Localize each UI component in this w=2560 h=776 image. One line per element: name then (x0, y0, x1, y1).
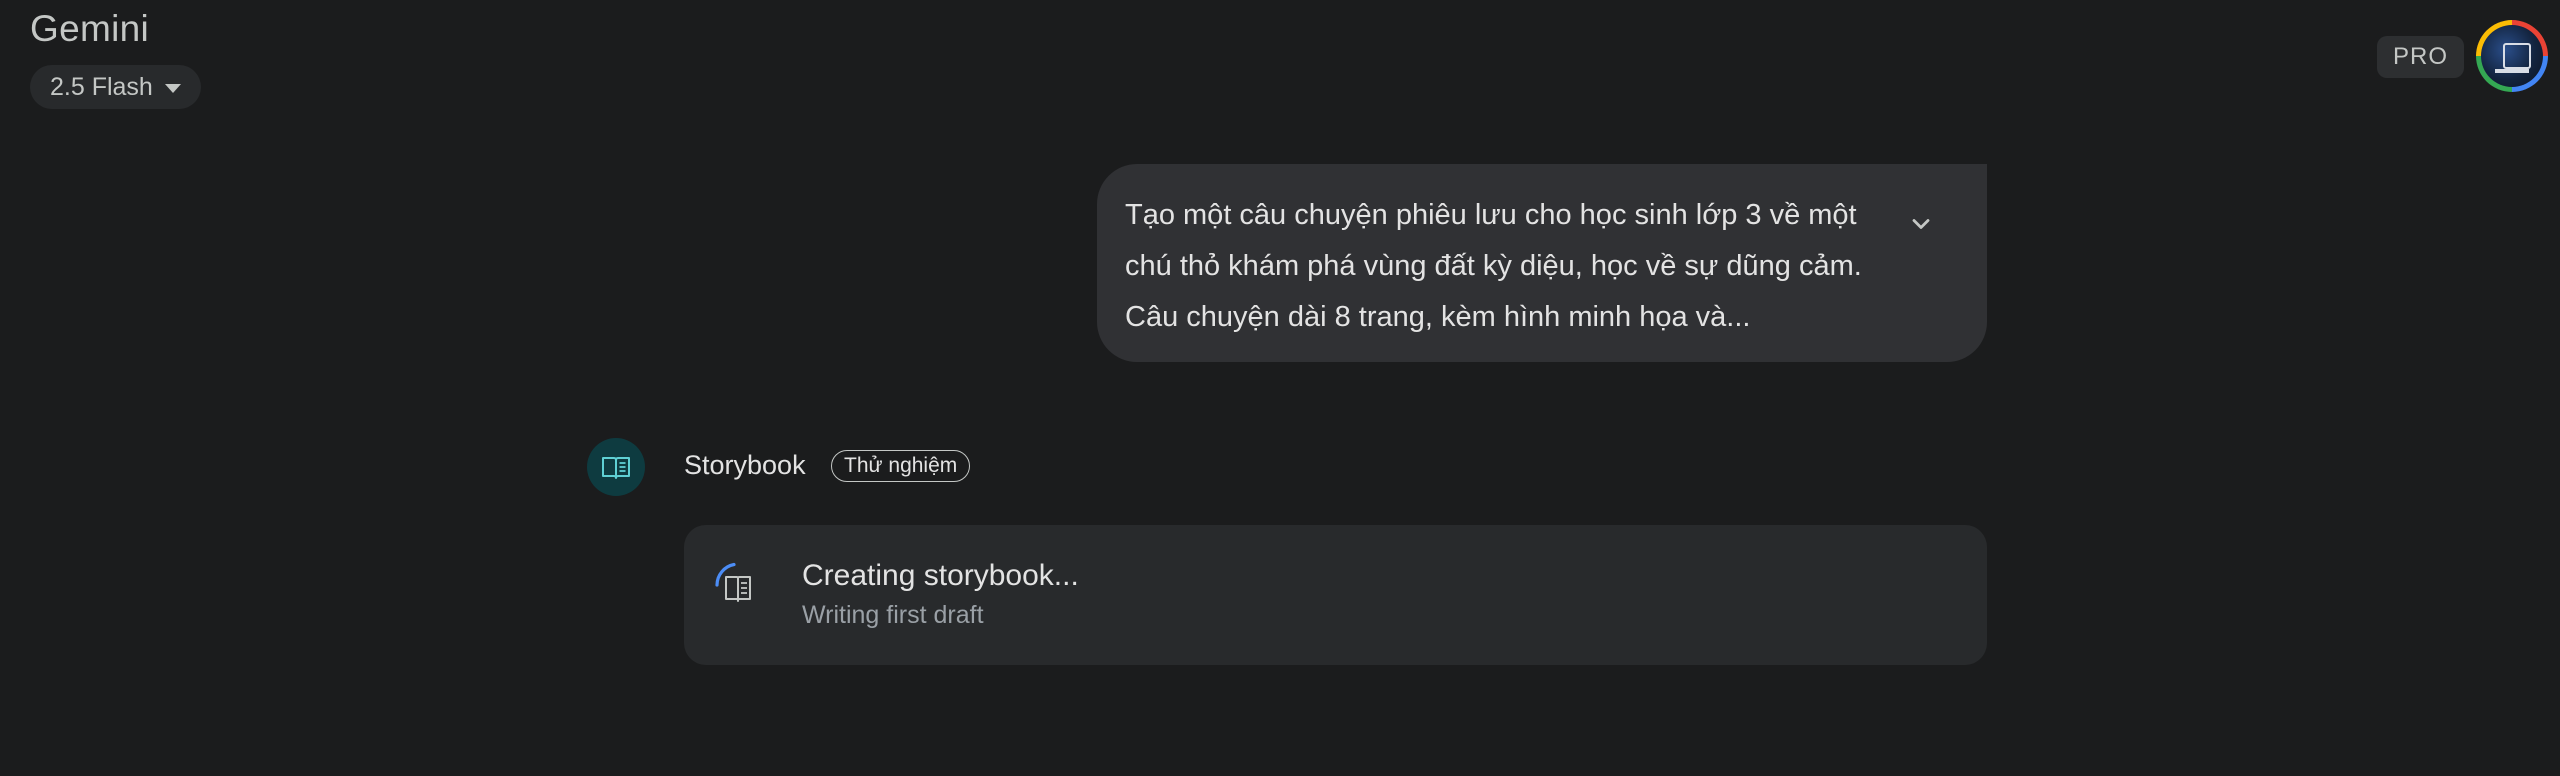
model-selector-label: 2.5 Flash (50, 72, 153, 101)
user-message-text: Tạo một câu chuyện phiêu lưu cho học sin… (1125, 199, 1862, 333)
experimental-badge: Thử nghiệm (831, 450, 971, 482)
storybook-agent-avatar (587, 438, 645, 496)
account-avatar[interactable] (2476, 20, 2548, 92)
open-book-icon (602, 457, 630, 479)
model-selector[interactable]: 2.5 Flash (30, 65, 201, 109)
plan-badge[interactable]: PRO (2376, 36, 2464, 78)
chevron-down-icon[interactable] (1907, 210, 1935, 238)
caret-down-icon (164, 84, 181, 93)
book-loading-icon (715, 562, 751, 602)
status-title: Creating storybook... (802, 559, 1079, 592)
app-title: Gemini (30, 8, 149, 49)
status-subtitle: Writing first draft (802, 601, 984, 629)
user-avatar-icon (2481, 25, 2543, 87)
user-message-bubble: Tạo một câu chuyện phiêu lưu cho học sin… (1097, 164, 1987, 362)
storybook-status-card: Creating storybook... Writing first draf… (684, 525, 1987, 665)
agent-name: Storybook (684, 450, 806, 480)
gemini-app: Gemini 2.5 Flash PRO Tạo một câu chuyện … (0, 0, 2560, 776)
